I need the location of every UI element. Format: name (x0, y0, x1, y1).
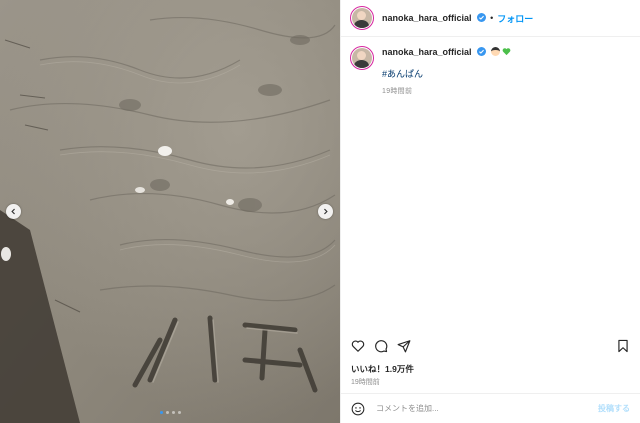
comment-button[interactable] (374, 339, 388, 353)
post-side-panel: nanoka_hara_official • フォロー nanoka_hara_… (340, 0, 640, 423)
green-heart-emoji (502, 48, 511, 56)
post-comment-button[interactable]: 投稿する (598, 403, 630, 414)
share-icon (397, 340, 411, 353)
follow-button[interactable]: フォロー (497, 12, 533, 25)
bookmark-icon (618, 339, 628, 353)
carousel-next-button[interactable] (318, 204, 333, 219)
person-face-emoji (490, 47, 500, 56)
caption-avatar[interactable] (350, 46, 374, 70)
carousel-dot (171, 411, 175, 414)
carousel-dot (159, 411, 163, 414)
instagram-post: nanoka_hara_official • フォロー nanoka_hara_… (0, 0, 640, 423)
avatar[interactable] (350, 6, 374, 30)
comment-input[interactable] (374, 403, 598, 414)
action-bar (351, 338, 630, 354)
username-text: nanoka_hara_official (382, 13, 472, 23)
hashtag-link[interactable]: #あんぱん (382, 67, 511, 80)
verified-badge-icon (477, 47, 487, 56)
post-timestamp[interactable]: 19時間前 (351, 377, 380, 387)
chevron-right-icon (324, 208, 328, 215)
heart-icon (351, 340, 365, 352)
likes-count[interactable]: いいね！1.9万件 (351, 363, 414, 375)
comment-icon (375, 340, 388, 353)
caption-time: 19時間前 (382, 88, 413, 95)
emoji-picker-button[interactable] (351, 402, 365, 416)
post-header: nanoka_hara_official • フォロー (341, 0, 640, 37)
carousel-dot (165, 411, 169, 414)
carousel-prev-button[interactable] (6, 204, 21, 219)
separator-dot: • (490, 13, 494, 23)
chevron-left-icon (11, 208, 15, 215)
share-button[interactable] (397, 339, 411, 353)
caption: nanoka_hara_official #あんぱん 19時間前 (350, 46, 511, 96)
save-button[interactable] (616, 339, 630, 353)
verified-badge-icon (477, 13, 487, 22)
caption-body: nanoka_hara_official #あんぱん 19時間前 (382, 46, 511, 96)
post-photo[interactable] (0, 0, 340, 423)
caption-username: nanoka_hara_official (382, 47, 472, 57)
carousel-dot (177, 411, 181, 414)
comment-bar: 投稿する (341, 393, 640, 423)
like-button[interactable] (351, 339, 365, 353)
smiley-icon (351, 402, 365, 415)
caption-header-line: nanoka_hara_official (382, 46, 511, 59)
username-link[interactable]: nanoka_hara_official (382, 13, 487, 23)
carousel-indicator (0, 411, 340, 414)
sand-beach-photo (0, 0, 340, 423)
caption-username-link[interactable]: nanoka_hara_official (382, 47, 489, 57)
